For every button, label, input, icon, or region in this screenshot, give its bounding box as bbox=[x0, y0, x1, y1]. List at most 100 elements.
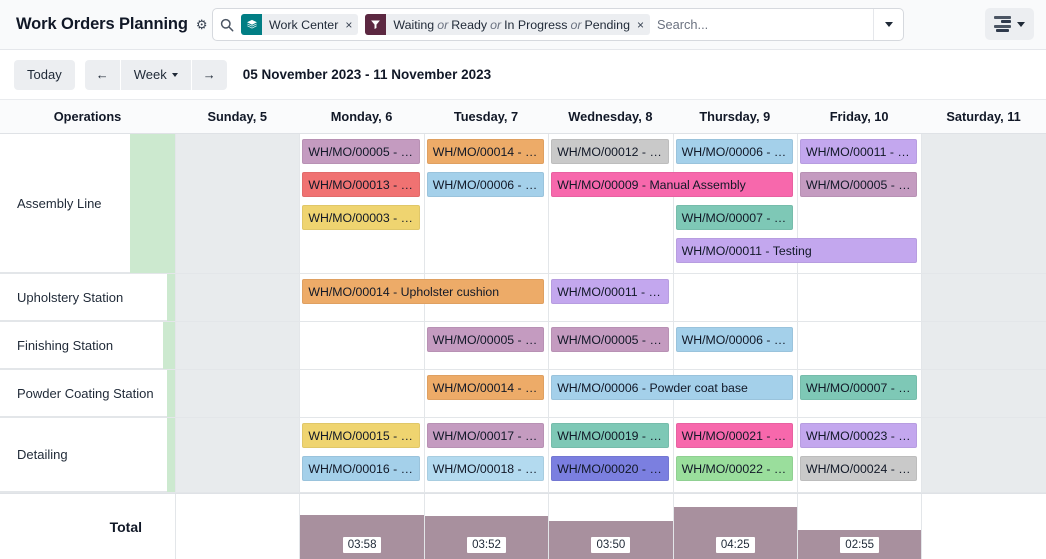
column-divider bbox=[299, 418, 300, 492]
scale-select-label: Week bbox=[134, 67, 167, 82]
gantt-header-day[interactable]: Monday, 6 bbox=[299, 100, 423, 133]
gantt-row: Detailing WH/MO/00015 - … WH/MO/00017 - … W… bbox=[0, 418, 1046, 493]
date-range-label: 05 November 2023 - 11 November 2023 bbox=[243, 67, 491, 82]
facet-work-center-label: Work Center bbox=[262, 14, 344, 35]
work-order-pill[interactable]: WH/MO/00019 - … bbox=[551, 423, 668, 448]
next-period-button[interactable]: → bbox=[192, 60, 227, 90]
gantt-header-day[interactable]: Thursday, 9 bbox=[673, 100, 797, 133]
work-order-pill[interactable]: WH/MO/00005 - … bbox=[427, 327, 544, 352]
work-order-pill[interactable]: WH/MO/00020 - … bbox=[551, 456, 668, 481]
total-bar-value: 02:55 bbox=[840, 537, 879, 553]
work-order-pill[interactable]: WH/MO/00014 - Upholster cushion bbox=[302, 279, 544, 304]
gear-icon[interactable]: ⚙ bbox=[196, 18, 208, 31]
work-order-pill[interactable]: WH/MO/00015 - … bbox=[302, 423, 419, 448]
gantt-row-label[interactable]: Upholstery Station bbox=[0, 274, 167, 321]
column-divider bbox=[175, 418, 176, 492]
control-bar: Today ← Week → 05 November 2023 - 11 Nov… bbox=[0, 50, 1046, 100]
total-bar-value: 03:58 bbox=[343, 537, 382, 553]
column-divider bbox=[424, 418, 425, 492]
column-divider bbox=[921, 322, 922, 369]
facet-work-center[interactable]: Work Center × bbox=[241, 14, 358, 35]
facet-status-remove[interactable]: × bbox=[636, 14, 650, 35]
column-divider bbox=[797, 274, 798, 321]
work-order-pill[interactable]: WH/MO/00014 - … bbox=[427, 139, 544, 164]
gantt-chart: OperationsSunday, 5Monday, 6Tuesday, 7We… bbox=[0, 100, 1046, 559]
work-order-pill[interactable]: WH/MO/00023 - … bbox=[800, 423, 917, 448]
previous-period-button[interactable]: ← bbox=[85, 60, 120, 90]
column-divider bbox=[424, 134, 425, 273]
work-order-pill[interactable]: WH/MO/00016 - … bbox=[302, 456, 419, 481]
gantt-body: Assembly Line WH/MO/00005 - … WH/MO/00014 … bbox=[0, 134, 1046, 559]
gantt-header-row: OperationsSunday, 5Monday, 6Tuesday, 7We… bbox=[0, 100, 1046, 134]
work-order-pill[interactable]: WH/MO/00006 - … bbox=[427, 172, 544, 197]
work-order-pill[interactable]: WH/MO/00009 - Manual Assembly bbox=[551, 172, 793, 197]
column-divider bbox=[424, 322, 425, 369]
facet-status-part-2: Ready bbox=[451, 18, 487, 32]
work-order-pill[interactable]: WH/MO/00021 - … bbox=[676, 423, 793, 448]
column-divider bbox=[299, 134, 300, 273]
work-order-pill[interactable]: WH/MO/00022 - … bbox=[676, 456, 793, 481]
work-order-pill[interactable]: WH/MO/00011 - … bbox=[551, 279, 668, 304]
column-divider bbox=[921, 274, 922, 321]
search-dropdown-toggle[interactable] bbox=[873, 9, 903, 40]
top-bar: Work Orders Planning ⚙ Work Center × bbox=[0, 0, 1046, 50]
search-bar[interactable]: Work Center × Waiting or Ready or In Pro… bbox=[212, 8, 904, 41]
total-bar-value: 03:52 bbox=[467, 537, 506, 553]
scale-select-button[interactable]: Week bbox=[121, 60, 191, 90]
layers-icon bbox=[241, 14, 262, 35]
work-order-pill[interactable]: WH/MO/00006 - Powder coat base bbox=[551, 375, 793, 400]
work-order-pill[interactable]: WH/MO/00018 - … bbox=[427, 456, 544, 481]
column-divider bbox=[299, 274, 300, 321]
gantt-header-day[interactable]: Sunday, 5 bbox=[175, 100, 299, 133]
column-divider bbox=[175, 494, 176, 559]
gantt-view-icon bbox=[994, 16, 1011, 33]
work-order-pill[interactable]: WH/MO/00005 - … bbox=[302, 139, 419, 164]
chevron-down-icon bbox=[885, 22, 893, 27]
work-order-pill[interactable]: WH/MO/00012 - … bbox=[551, 139, 668, 164]
total-bar[interactable]: 02:55 bbox=[798, 530, 921, 559]
column-divider bbox=[797, 322, 798, 369]
search-icon bbox=[213, 18, 241, 32]
facet-status-part-4: In Progress bbox=[504, 18, 567, 32]
total-bar[interactable]: 03:58 bbox=[300, 515, 423, 559]
work-order-pill[interactable]: WH/MO/00005 - … bbox=[551, 327, 668, 352]
work-order-pill[interactable]: WH/MO/00007 - … bbox=[676, 205, 793, 230]
work-order-pill[interactable]: WH/MO/00005 - … bbox=[800, 172, 917, 197]
chevron-down-icon bbox=[172, 73, 178, 77]
work-order-pill[interactable]: WH/MO/00011 - … bbox=[800, 139, 917, 164]
gantt-row: Powder Coating Station WH/MO/00014 - … WH/… bbox=[0, 370, 1046, 418]
gantt-header-day[interactable]: Friday, 10 bbox=[797, 100, 921, 133]
gantt-header-day[interactable]: Wednesday, 8 bbox=[548, 100, 672, 133]
facet-status-part-1: or bbox=[434, 18, 451, 32]
total-bar[interactable]: 03:50 bbox=[549, 521, 672, 559]
work-order-pill[interactable]: WH/MO/00006 - … bbox=[676, 139, 793, 164]
work-order-pill[interactable]: WH/MO/00011 - Testing bbox=[676, 238, 918, 263]
total-bar[interactable]: 03:52 bbox=[425, 516, 548, 559]
column-divider bbox=[175, 322, 176, 369]
facet-status[interactable]: Waiting or Ready or In Progress or Pendi… bbox=[365, 14, 650, 35]
work-order-pill[interactable]: WH/MO/00007 - … bbox=[800, 375, 917, 400]
gantt-header-day[interactable]: Tuesday, 7 bbox=[424, 100, 548, 133]
work-order-pill[interactable]: WH/MO/00013 - … bbox=[302, 172, 419, 197]
column-divider bbox=[921, 134, 922, 273]
gantt-row: Upholstery Station WH/MO/00014 - Upholste… bbox=[0, 274, 1046, 322]
search-input[interactable] bbox=[657, 9, 873, 40]
filter-icon bbox=[365, 14, 386, 35]
today-button[interactable]: Today bbox=[14, 60, 75, 90]
gantt-header-day[interactable]: Saturday, 11 bbox=[921, 100, 1045, 133]
gantt-row-label[interactable]: Powder Coating Station bbox=[0, 370, 167, 417]
gantt-row-label[interactable]: Assembly Line bbox=[0, 134, 130, 273]
gantt-row-label[interactable]: Detailing bbox=[0, 418, 167, 492]
work-order-pill[interactable]: WH/MO/00024 - … bbox=[800, 456, 917, 481]
work-order-pill[interactable]: WH/MO/00003 - … bbox=[302, 205, 419, 230]
work-order-pill[interactable]: WH/MO/00017 - … bbox=[427, 423, 544, 448]
gantt-row-label[interactable]: Finishing Station bbox=[0, 322, 163, 369]
facet-work-center-remove[interactable]: × bbox=[344, 14, 358, 35]
view-switcher-button[interactable] bbox=[985, 8, 1034, 40]
work-order-pill[interactable]: WH/MO/00006 - … bbox=[676, 327, 793, 352]
total-bar[interactable]: 04:25 bbox=[674, 507, 797, 559]
total-bar-value: 04:25 bbox=[716, 537, 755, 553]
total-row: Total03:5803:5203:5004:2502:55 bbox=[0, 493, 1046, 559]
column-divider bbox=[175, 274, 176, 321]
work-order-pill[interactable]: WH/MO/00014 - … bbox=[427, 375, 544, 400]
